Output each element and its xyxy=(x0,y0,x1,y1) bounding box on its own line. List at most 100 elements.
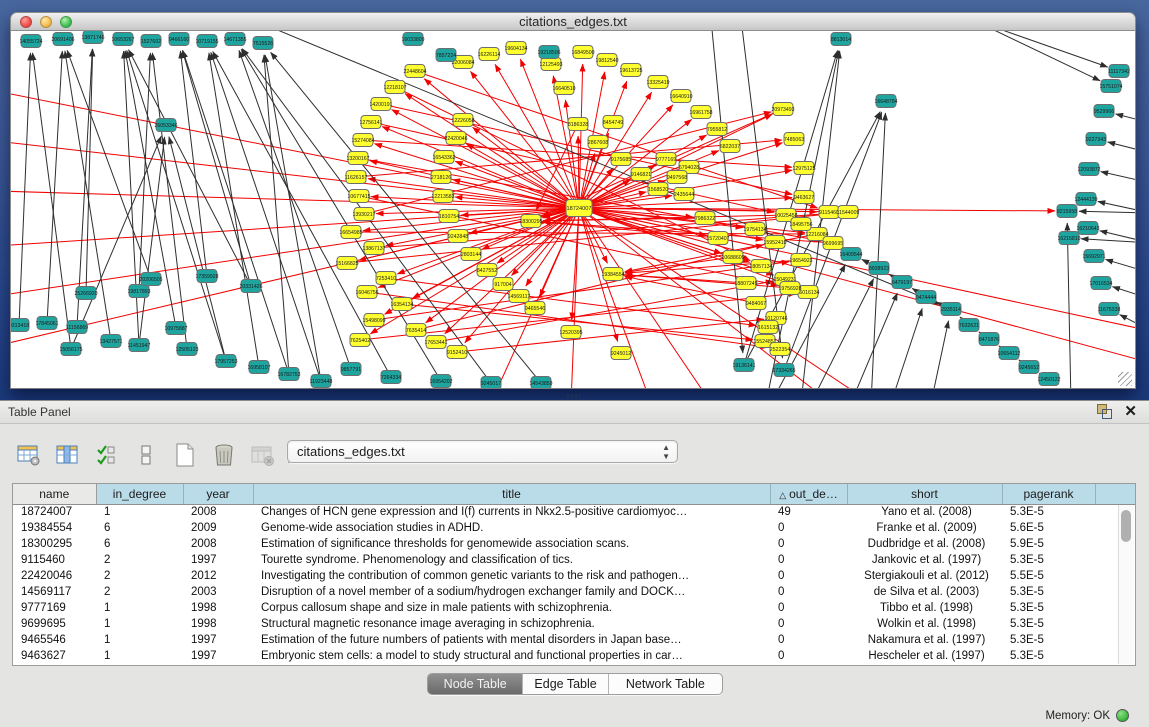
graph-node[interactable]: 9245652 xyxy=(1019,361,1039,374)
graph-edge[interactable] xyxy=(264,55,289,374)
table-cell[interactable]: 19384554 xyxy=(13,520,96,536)
graph-node[interactable]: 12093872 xyxy=(1077,163,1100,176)
graph-node[interactable]: 19604134 xyxy=(504,42,527,55)
graph-node[interactable]: 14569117 xyxy=(508,290,531,303)
graph-node[interactable]: 9484067 xyxy=(746,297,766,310)
table-cell[interactable]: 1 xyxy=(96,616,183,632)
graph-edge[interactable] xyxy=(127,50,226,361)
graph-edge[interactable] xyxy=(579,64,583,208)
graph-node[interactable]: 9857791 xyxy=(341,363,361,376)
graph-node[interactable]: 17957253 xyxy=(214,355,237,368)
table-row[interactable]: 946362711997Embryonic stem cells: a mode… xyxy=(13,648,1136,664)
graph-node[interactable]: 14200191 xyxy=(369,98,392,111)
table-cell[interactable]: 2 xyxy=(96,568,183,584)
graph-node[interactable]: 13871746 xyxy=(81,31,104,44)
graph-edge[interactable] xyxy=(971,31,1100,81)
graph-node[interactable]: 16958107 xyxy=(247,361,270,374)
table-cell[interactable]: 0 xyxy=(770,600,847,616)
graph-node[interactable]: 917004 xyxy=(493,278,513,291)
graph-edge[interactable] xyxy=(392,110,579,208)
graph-node[interactable]: 9777169 xyxy=(656,153,676,166)
graph-edge[interactable] xyxy=(124,51,139,345)
table-cell[interactable]: 14569117 xyxy=(13,584,96,600)
graph-node[interactable]: 11923448 xyxy=(310,375,333,388)
graph-node[interactable]: 16849500 xyxy=(571,46,594,59)
graph-edge[interactable] xyxy=(139,137,165,345)
graph-node[interactable]: 2935114 xyxy=(941,303,961,316)
table-row[interactable]: 1872400712008Changes of HCN gene express… xyxy=(13,504,1136,520)
table-cell[interactable]: 9463627 xyxy=(13,648,96,664)
graph-edge[interactable] xyxy=(871,113,885,389)
graph-node[interactable]: 15498099 xyxy=(362,314,385,327)
graph-node[interactable]: 15056175 xyxy=(59,343,82,356)
table-cell[interactable]: 1998 xyxy=(183,600,253,616)
graph-node[interactable]: 19613725 xyxy=(619,64,642,77)
graph-edge[interactable] xyxy=(1067,223,1071,389)
graph-edge[interactable] xyxy=(1098,202,1136,213)
table-cell[interactable]: Corpus callosum shape and size in male p… xyxy=(253,600,770,616)
table-cell[interactable]: Investigating the contribution of common… xyxy=(253,568,770,584)
table-cell[interactable]: de Silva et al. (2003) xyxy=(847,584,1002,600)
table-cell[interactable]: 9465546 xyxy=(13,632,96,648)
graph-node[interactable]: 8938923 xyxy=(869,262,889,275)
table-row[interactable]: 969969511998Structural magnetic resonanc… xyxy=(13,616,1136,632)
table-cell[interactable]: 6 xyxy=(96,536,183,552)
graph-node[interactable]: 18495756 xyxy=(789,218,812,231)
graph-node[interactable]: 2803144 xyxy=(461,248,481,261)
table-cell[interactable]: 0 xyxy=(770,616,847,632)
graph-node[interactable]: 17653441 xyxy=(424,336,447,349)
graph-edge[interactable] xyxy=(466,144,579,208)
network-window-titlebar[interactable]: citations_edges.txt xyxy=(10,12,1136,31)
graph-node[interactable]: 17016534 xyxy=(1089,277,1112,290)
table-cell[interactable]: 9699695 xyxy=(13,616,96,632)
table-cell[interactable]: 0 xyxy=(770,536,847,552)
graph-node[interactable]: 9465546 xyxy=(525,302,545,315)
graph-node[interactable]: 26053346 xyxy=(154,119,177,132)
graph-edge[interactable] xyxy=(579,208,763,240)
table-cell[interactable]: Franke et al. (2009) xyxy=(847,520,1002,536)
table-row[interactable]: 946554611997Estimation of the future num… xyxy=(13,632,1136,648)
graph-node[interactable]: 9466160 xyxy=(169,33,189,46)
graph-node[interactable]: 14671355 xyxy=(223,33,246,46)
graph-node[interactable]: 16409544 xyxy=(839,248,862,261)
graph-node[interactable]: 10688609 xyxy=(721,251,744,264)
graph-edge[interactable] xyxy=(1116,114,1136,123)
table-cell[interactable]: Estimation of the future numbers of pati… xyxy=(253,632,770,648)
graph-node[interactable]: 13325419 xyxy=(646,76,669,89)
graph-node[interactable]: 16640910 xyxy=(669,90,692,103)
column-header-short[interactable]: short xyxy=(847,484,1002,504)
graph-edge[interactable] xyxy=(86,49,93,293)
graph-node[interactable]: 2522354 xyxy=(770,343,790,356)
table-cell[interactable]: 18300295 xyxy=(13,536,96,552)
graph-node[interactable]: 18724007 xyxy=(566,200,592,217)
graph-edge[interactable] xyxy=(971,31,1108,67)
graph-node[interactable]: 15166825 xyxy=(335,257,358,270)
graph-node[interactable]: 9175685 xyxy=(611,153,631,166)
graph-edge[interactable] xyxy=(368,179,579,208)
graph-edge[interactable] xyxy=(711,31,743,353)
graph-node[interactable]: 16654985 xyxy=(339,226,362,239)
table-cell[interactable]: Estimation of significance thresholds fo… xyxy=(253,536,770,552)
table-cell[interactable]: 5.6E-5 xyxy=(1002,520,1095,536)
table-scrollbar-thumb[interactable] xyxy=(1121,510,1131,542)
graph-node[interactable]: 19756928 xyxy=(778,282,801,295)
graph-node[interactable]: 8471876 xyxy=(979,333,999,346)
table-cell[interactable]: 0 xyxy=(770,584,847,600)
table-cell[interactable]: 2 xyxy=(96,584,183,600)
column-header-pagerank[interactable]: pagerank xyxy=(1002,484,1095,504)
graph-node[interactable]: 2435644 xyxy=(674,188,694,201)
graph-node[interactable]: 11117342 xyxy=(1108,65,1130,78)
graph-node[interactable]: 13427571 xyxy=(99,335,122,348)
graph-edge[interactable] xyxy=(436,281,773,342)
table-cell[interactable]: Structural magnetic resonance image aver… xyxy=(253,616,770,632)
table-cell[interactable]: Wolkin et al. (1998) xyxy=(847,616,1002,632)
graph-edge[interactable] xyxy=(374,262,789,320)
graph-node[interactable]: 10975887 xyxy=(164,322,187,335)
table-cell[interactable]: Yano et al. (2008) xyxy=(847,504,1002,520)
graph-edge[interactable] xyxy=(33,53,71,349)
graph-node[interactable]: 18300295 xyxy=(519,215,542,228)
graph-edge[interactable] xyxy=(1101,172,1136,183)
graph-node[interactable]: 22448604 xyxy=(403,65,426,78)
table-cell[interactable]: 5.9E-5 xyxy=(1002,536,1095,552)
graph-node[interactable]: 19754134 xyxy=(743,223,766,236)
